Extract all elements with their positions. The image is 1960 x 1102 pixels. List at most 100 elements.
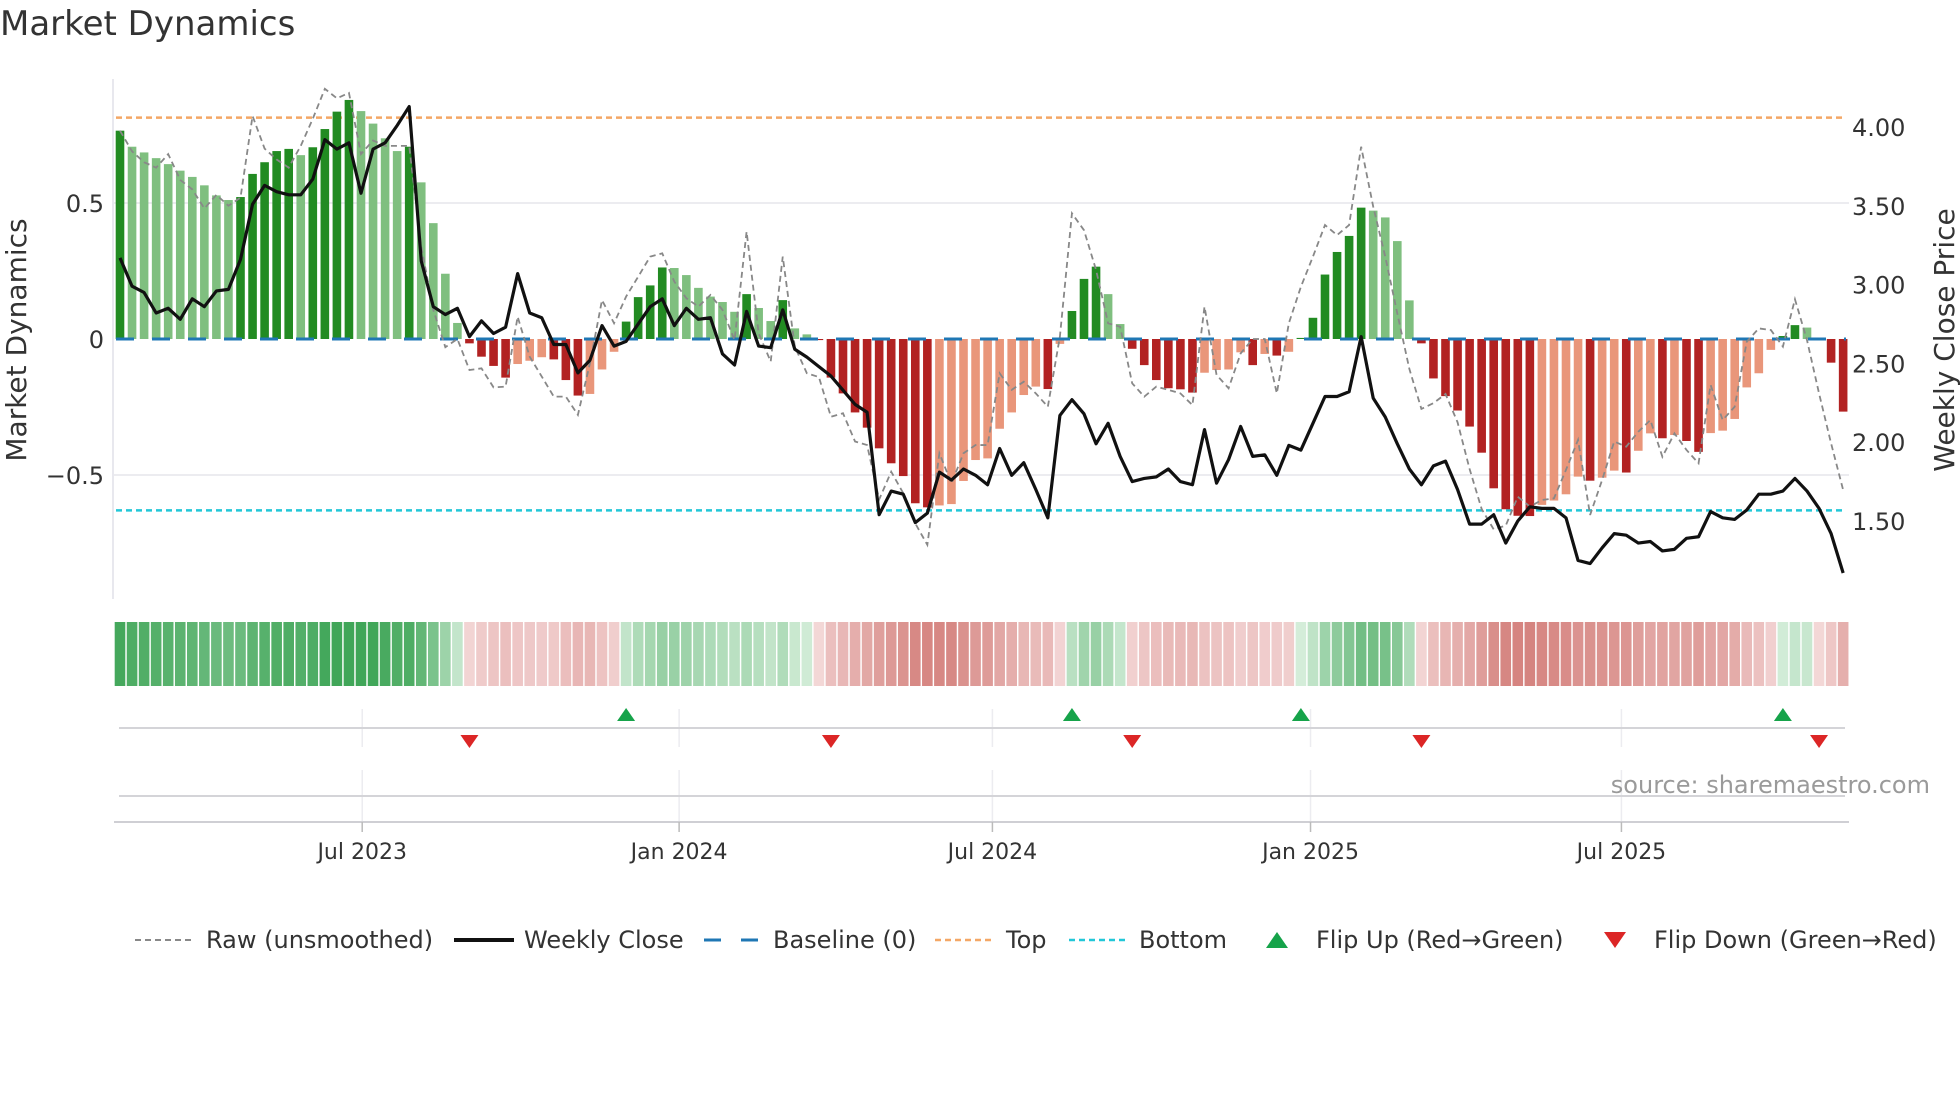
x-tick-label: Jan 2025 [1260, 840, 1359, 865]
top-line-icon [935, 938, 991, 942]
heat-strip-cell [488, 622, 499, 686]
y-axis-title-right: Weekly Close Price [1928, 208, 1960, 471]
heat-strip-cell [681, 622, 692, 686]
legend-label: Bottom [1139, 926, 1228, 954]
heat-strip-cell [1753, 622, 1765, 686]
heat-strip-cell [343, 622, 355, 686]
heat-strip-cell [1476, 622, 1487, 686]
source-credit: source: sharemaestro.com [1611, 771, 1930, 799]
momentum-bar [1682, 339, 1691, 441]
momentum-bar [1609, 339, 1619, 471]
heat-strip-cell [994, 622, 1005, 686]
heat-strip-cell [777, 622, 789, 686]
heat-strip-cell [1018, 622, 1030, 686]
heat-strip-cell [1440, 622, 1451, 686]
heat-strip-cell [1789, 622, 1801, 686]
triangle-down-icon [1604, 932, 1626, 948]
raw-line [119, 87, 1845, 548]
heat-strip-cell [524, 622, 535, 686]
heat-strip-cell [1054, 622, 1066, 686]
legend-label: Flip Up (Red→Green) [1316, 926, 1564, 954]
momentum-bar [272, 151, 281, 339]
momentum-bar [392, 151, 402, 339]
momentum-bar [465, 339, 474, 344]
heat-strip-cell [1006, 622, 1017, 686]
momentum-bar [1465, 339, 1474, 427]
heat-strip-cell [1102, 622, 1114, 686]
momentum-bar [1356, 207, 1366, 339]
momentum-bar [1670, 339, 1679, 436]
momentum-bar [1766, 339, 1776, 350]
heat-strip-cell [1247, 622, 1258, 686]
momentum-bar [1658, 339, 1667, 439]
momentum-bar [1585, 339, 1595, 481]
heat-strip-cell [1705, 622, 1716, 686]
flip-down-marker [460, 735, 479, 748]
y-right-tick-label: 1.50 [1852, 508, 1905, 536]
x-tick-label: Jul 2025 [1575, 840, 1667, 865]
x-tick-label: Jul 2024 [946, 840, 1038, 865]
momentum-bar [453, 322, 462, 339]
heat-strip-cell [331, 622, 343, 686]
heat-strip-cell [1235, 622, 1246, 686]
heat-strip-cell [1765, 622, 1777, 686]
momentum-bar [1621, 339, 1631, 473]
heat-strip-cell [1729, 622, 1740, 686]
momentum-bar [1634, 339, 1643, 451]
heat-strip-cell [1066, 622, 1078, 686]
heat-strip-cell [632, 622, 644, 686]
heat-strip-cell [1536, 622, 1548, 686]
momentum-bar [1429, 339, 1438, 379]
momentum-bar [1103, 294, 1113, 339]
heat-strip-cell [1645, 622, 1656, 686]
heat-strip-cell [1825, 622, 1837, 686]
legend-item-raw: Raw (unsmoothed) [135, 922, 433, 958]
momentum-bar [1308, 317, 1318, 339]
momentum-bar [911, 339, 920, 504]
momentum-bar [115, 130, 125, 339]
heat-strip-cell [367, 622, 379, 686]
momentum-bar [1380, 217, 1390, 339]
heat-strip-cell [536, 622, 548, 686]
momentum-bar [874, 339, 884, 449]
heat-strip-cell [1464, 622, 1475, 686]
heat-strip-cell [1500, 622, 1512, 686]
momentum-bar [1513, 339, 1523, 516]
heat-strip-cell [271, 622, 282, 686]
momentum-bar [1152, 339, 1161, 381]
momentum-bar [670, 268, 679, 339]
heat-strip-cell [1331, 622, 1343, 686]
momentum-bar [477, 339, 486, 357]
momentum-bar [1441, 339, 1450, 397]
momentum-bar [923, 339, 932, 508]
heat-strip-cell [861, 622, 873, 686]
legend-item-close: Weekly Close [454, 922, 684, 958]
flip-up-marker [1062, 708, 1081, 721]
heat-strip-cell [1584, 622, 1596, 686]
heat-strip-cell [428, 622, 439, 686]
heat-strip-cell [970, 622, 981, 686]
heat-strip-cell [1548, 622, 1560, 686]
momentum-bar [1272, 339, 1282, 356]
heat-strip-cell [1367, 622, 1379, 686]
heat-strip-cell [1488, 622, 1499, 686]
heat-strip-cell [1428, 622, 1439, 686]
momentum-bar [429, 223, 438, 339]
heat-strip-cell [138, 622, 150, 686]
heat-strip-cell [584, 622, 596, 686]
bottom-line-icon [1069, 938, 1125, 942]
heat-strip-cell [211, 622, 222, 686]
heat-strip-cell [1175, 622, 1186, 686]
momentum-bar [1079, 278, 1089, 339]
heat-strip-cell [1042, 622, 1054, 686]
heat-strip-cell [1199, 622, 1210, 686]
baseline-line-icon [704, 938, 758, 942]
momentum-bar [995, 339, 1004, 429]
heat-strip-cell [235, 622, 246, 686]
heat-strip-cell [885, 622, 897, 686]
momentum-bar [1007, 339, 1016, 413]
heat-strip-cell [1620, 622, 1632, 686]
heat-strip-cell [1211, 622, 1222, 686]
momentum-bar [1405, 300, 1414, 339]
momentum-bar [1019, 339, 1029, 396]
